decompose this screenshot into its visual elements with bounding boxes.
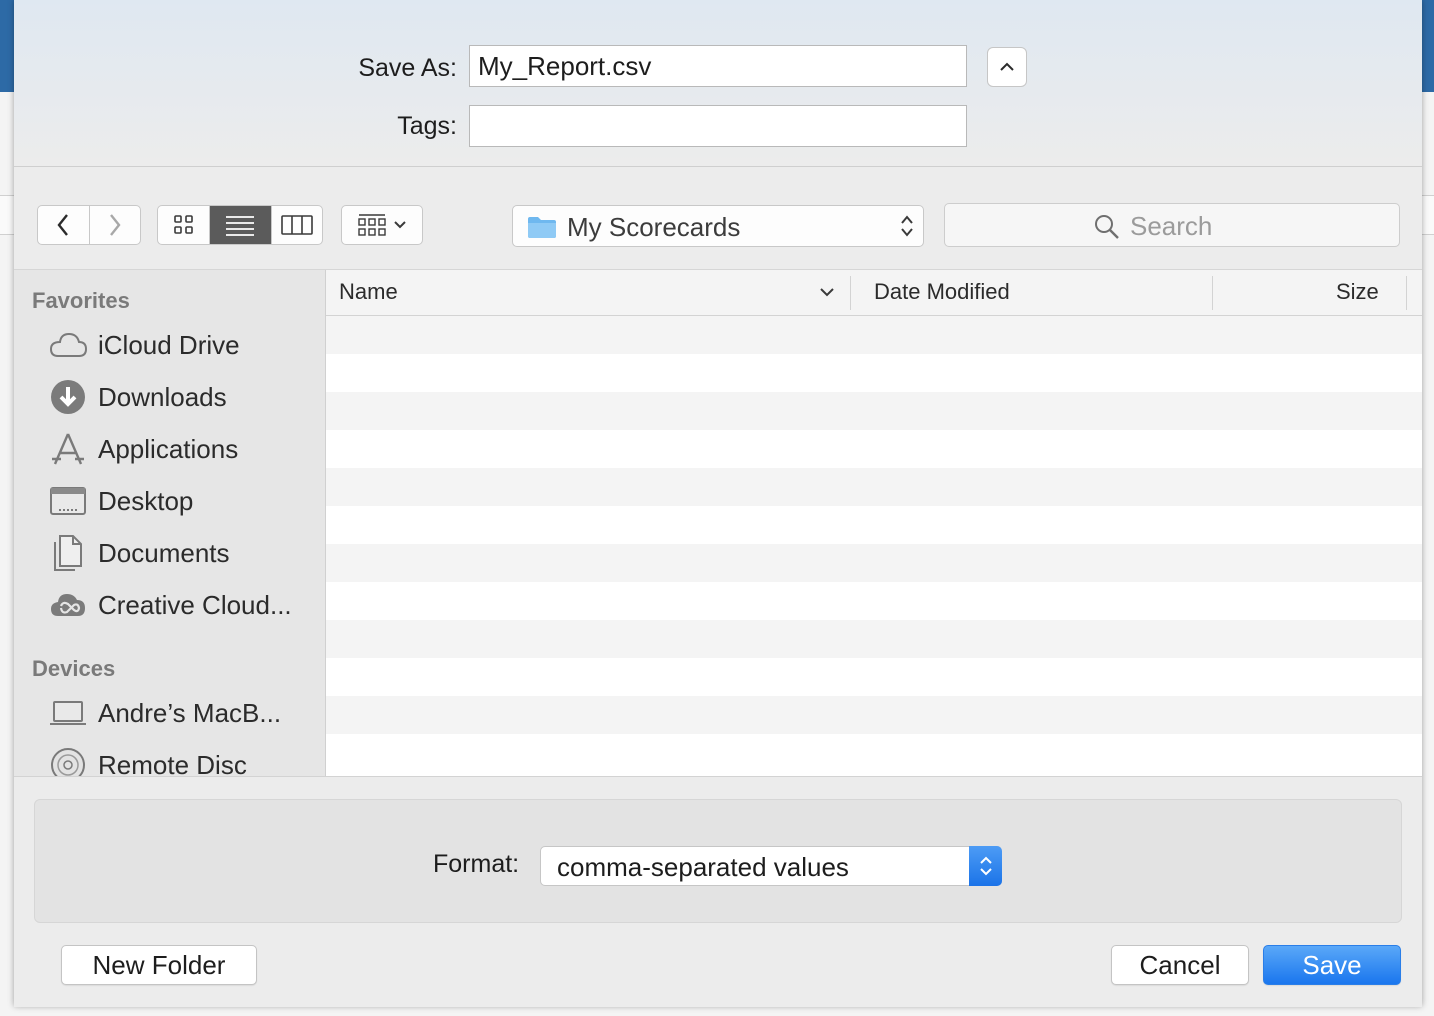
empty-row (326, 734, 1422, 772)
empty-row (326, 582, 1422, 620)
empty-row (326, 696, 1422, 734)
sort-chevron-down-icon[interactable] (819, 286, 835, 298)
empty-row (326, 506, 1422, 544)
cancel-button[interactable]: Cancel (1111, 945, 1249, 985)
save-as-label: Save As: (358, 54, 457, 82)
back-button[interactable] (38, 206, 89, 244)
column-separator[interactable] (850, 276, 851, 310)
laptop-icon (48, 693, 88, 733)
sidebar-item-label: iCloud Drive (98, 329, 240, 360)
column-name-header[interactable]: Name (339, 279, 398, 305)
empty-row (326, 392, 1422, 430)
format-stepper[interactable] (969, 846, 1002, 886)
save-header: Save As: Tags: (14, 0, 1422, 167)
sidebar: Favorites iCloud Drive Downloads Applica… (14, 270, 326, 776)
format-accessory-panel: Format: comma-separated values (34, 799, 1402, 923)
background-header-right (1420, 0, 1434, 92)
view-mode-control (157, 205, 323, 245)
location-popup[interactable]: My Scorecards (512, 205, 924, 247)
sidebar-item-label: Desktop (98, 485, 194, 516)
sidebar-item-label: Downloads (98, 381, 227, 412)
empty-row (326, 544, 1422, 582)
background-header-left (0, 0, 14, 92)
column-view-button[interactable] (270, 206, 322, 244)
updown-arrows-icon (901, 215, 913, 237)
sidebar-item-applications[interactable]: Applications (48, 429, 318, 469)
folder-icon (528, 217, 556, 238)
search-field[interactable]: Search (944, 203, 1400, 247)
group-by-button[interactable] (341, 205, 423, 245)
column-size-header[interactable]: Size (1336, 279, 1379, 305)
sidebar-item-creative-cloud[interactable]: Creative Cloud... (48, 585, 318, 625)
location-label: My Scorecards (567, 212, 741, 242)
column-view-icon (280, 215, 313, 235)
tags-input[interactable] (469, 105, 967, 147)
list-view-icon (226, 216, 255, 236)
creative-cloud-icon (48, 585, 88, 625)
disc-icon (48, 745, 88, 776)
browser-toolbar: My Scorecards Search (14, 167, 1422, 270)
desktop-icon (48, 481, 88, 521)
icon-view-button[interactable] (158, 206, 209, 244)
column-header: Name Date Modified Size (326, 270, 1422, 316)
collapse-button[interactable] (987, 47, 1027, 87)
sidebar-item-macbook[interactable]: Andre’s MacB... (48, 693, 318, 733)
sidebar-item-downloads[interactable]: Downloads (48, 377, 318, 417)
empty-row (326, 658, 1422, 696)
chevron-down-icon (394, 221, 406, 229)
sidebar-item-label: Creative Cloud... (98, 589, 292, 620)
downloads-icon (48, 377, 88, 417)
file-list: Name Date Modified Size (326, 270, 1422, 776)
empty-row (326, 354, 1422, 392)
sidebar-item-icloud-drive[interactable]: iCloud Drive (48, 325, 318, 365)
group-by-cell (342, 206, 422, 244)
column-separator[interactable] (1406, 276, 1407, 310)
forward-button[interactable] (88, 206, 140, 244)
sidebar-item-label: Remote Disc (98, 749, 247, 777)
navigation-buttons (37, 205, 141, 245)
search-placeholder: Search (1130, 211, 1213, 241)
tags-label: Tags: (397, 112, 457, 140)
empty-row (326, 430, 1422, 468)
sidebar-item-label: Documents (98, 537, 230, 568)
cloud-icon (48, 325, 88, 365)
format-select[interactable]: comma-separated values (540, 846, 1002, 886)
chevron-left-icon (57, 214, 69, 236)
save-button[interactable]: Save (1263, 945, 1401, 985)
icon-grid-icon (173, 215, 193, 234)
sidebar-heading-devices: Devices (32, 656, 116, 681)
search-icon (1095, 215, 1119, 239)
sidebar-heading-favorites: Favorites (32, 288, 130, 313)
list-view-button[interactable] (209, 206, 271, 244)
empty-row (326, 316, 1422, 354)
empty-row (326, 468, 1422, 506)
dialog-footer: Format: comma-separated values New Folde… (14, 776, 1422, 1007)
chevron-right-icon (110, 214, 121, 236)
sidebar-item-remote-disc[interactable]: Remote Disc (48, 745, 318, 776)
sidebar-item-label: Andre’s MacB... (98, 697, 282, 728)
column-date-modified-header[interactable]: Date Modified (874, 279, 1010, 305)
save-as-input[interactable] (469, 45, 967, 87)
chevron-up-icon (1000, 62, 1014, 71)
new-folder-button[interactable]: New Folder (61, 945, 257, 985)
format-label: Format: (433, 850, 520, 878)
sidebar-item-desktop[interactable]: Desktop (48, 481, 318, 521)
file-rows (326, 316, 1422, 776)
applications-icon (48, 429, 88, 469)
column-separator[interactable] (1212, 276, 1213, 310)
format-value: comma-separated values (557, 852, 849, 882)
group-grid-icon (358, 214, 386, 236)
updown-arrows-icon (979, 856, 992, 876)
empty-row (326, 620, 1422, 658)
background-band-right (1420, 195, 1434, 235)
save-dialog: Save As: Tags: (14, 0, 1422, 1007)
sidebar-item-documents[interactable]: Documents (48, 533, 318, 573)
background-band-left (0, 195, 14, 235)
documents-icon (48, 533, 88, 573)
sidebar-item-label: Applications (98, 433, 239, 464)
